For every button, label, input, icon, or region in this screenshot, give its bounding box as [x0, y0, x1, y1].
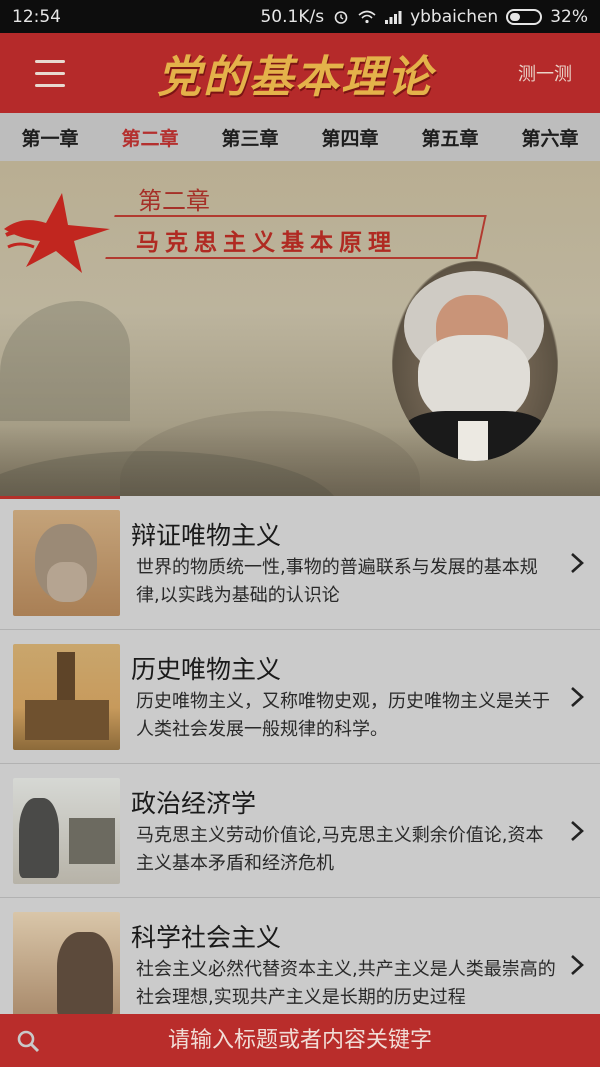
tab-chapter-1[interactable]: 第一章	[17, 124, 82, 151]
wifi-icon	[358, 10, 376, 23]
status-right: 50.1K/s ybbaichen 32%	[260, 7, 588, 27]
app-title: 党的基本理论	[157, 52, 433, 103]
chevron-right-icon	[571, 954, 584, 975]
menu-icon[interactable]	[0, 33, 100, 113]
red-star-icon	[4, 193, 110, 273]
app-bar: 党的基本理论 测一测	[0, 33, 600, 113]
list-item[interactable]: 历史唯物主义 历史唯物主义，又称唯物史观，历史唯物主义是关于人类社会发展一般规律…	[0, 630, 600, 764]
topic-thumbnail	[13, 643, 120, 750]
tab-chapter-5[interactable]: 第五章	[417, 124, 482, 151]
chapter-tabs: 第一章 第二章 第三章 第四章 第五章 第六章	[0, 113, 600, 161]
battery-icon	[506, 8, 543, 25]
list-item[interactable]: 科学社会主义 社会主义必然代替资本主义,共产主义是人类最崇高的社会理想,实现共产…	[0, 898, 600, 1014]
topic-title: 历史唯物主义	[131, 655, 282, 684]
chevron-right-icon	[571, 820, 584, 841]
list-item[interactable]: 政治经济学 马克思主义劳动价值论,马克思主义剩余价值论,资本主义基本矛盾和经济危…	[0, 764, 600, 898]
search-bar	[0, 1014, 600, 1067]
quiz-button[interactable]: 测一测	[490, 60, 600, 86]
topic-list: 辩证唯物主义 世界的物质统一性,事物的普遍联系与发展的基本规律,以实践为基础的认…	[0, 496, 600, 1014]
network-speed: 50.1K/s	[260, 6, 325, 27]
chapter-banner: 第二章 马克思主义基本原理	[0, 161, 600, 496]
topic-thumbnail	[13, 777, 120, 884]
status-time: 12:54	[12, 6, 61, 27]
tab-chapter-4[interactable]: 第四章	[317, 124, 382, 151]
chevron-right-icon	[571, 552, 584, 573]
list-item[interactable]: 辩证唯物主义 世界的物质统一性,事物的普遍联系与发展的基本规律,以实践为基础的认…	[0, 496, 600, 630]
marx-portrait	[392, 261, 558, 461]
topic-description: 社会主义必然代替资本主义,共产主义是人类最崇高的社会理想,实现共产主义是长期的历…	[136, 959, 556, 1008]
carrier-name: ybbaichen	[410, 6, 499, 27]
search-icon[interactable]	[16, 1029, 40, 1053]
banner-mountain	[0, 301, 130, 421]
tab-chapter-6[interactable]: 第六章	[517, 124, 582, 151]
search-input[interactable]	[0, 1014, 600, 1067]
signal-icon	[385, 10, 402, 24]
topic-title: 政治经济学	[131, 789, 257, 818]
tab-chapter-3[interactable]: 第三章	[217, 124, 282, 151]
banner-chapter-number: 第二章	[138, 187, 210, 215]
chevron-right-icon	[571, 686, 584, 707]
status-bar: 12:54 50.1K/s ybbaichen 32%	[0, 0, 600, 33]
topic-title: 科学社会主义	[131, 923, 282, 952]
alarm-icon	[334, 10, 348, 24]
topic-title: 辩证唯物主义	[131, 521, 282, 550]
tab-chapter-2[interactable]: 第二章	[117, 124, 182, 151]
battery-level: 32%	[550, 6, 588, 27]
topic-description: 历史唯物主义，又称唯物史观，历史唯物主义是关于人类社会发展一般规律的科学。	[136, 691, 550, 740]
topic-thumbnail	[13, 509, 120, 616]
topic-thumbnail	[13, 911, 120, 1014]
topic-description: 马克思主义劳动价值论,马克思主义剩余价值论,资本主义基本矛盾和经济危机	[136, 825, 544, 874]
banner-chapter-title: 马克思主义基本原理	[136, 230, 397, 256]
topic-description: 世界的物质统一性,事物的普遍联系与发展的基本规律,以实践为基础的认识论	[136, 557, 538, 606]
